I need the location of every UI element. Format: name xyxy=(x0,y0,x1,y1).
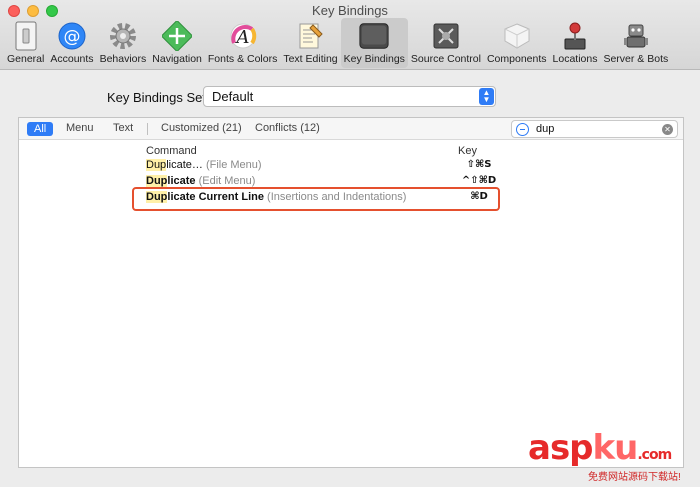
command-cell: Duplicate (Edit Menu) xyxy=(146,175,255,187)
fonts-colors-icon: A xyxy=(227,20,259,52)
toolbar-item-text-editing[interactable]: Text Editing xyxy=(280,18,340,68)
filter-divider xyxy=(147,123,148,135)
match-highlight: Dup xyxy=(146,175,168,187)
key-bindings-set-select[interactable]: Default ▲ ▼ xyxy=(203,86,496,107)
watermark-accent: ku xyxy=(592,428,639,468)
toolbar-item-navigation[interactable]: Navigation xyxy=(149,18,205,68)
toolbar-item-general[interactable]: General xyxy=(4,18,47,68)
command-cell: Duplicate… (File Menu) xyxy=(146,159,262,171)
toolbar-item-accounts[interactable]: @ Accounts xyxy=(47,18,96,68)
toolbar-label: Behaviors xyxy=(99,53,147,65)
svg-text:A: A xyxy=(234,27,249,48)
navigation-icon xyxy=(161,20,193,52)
key-cell[interactable]: ^⇧⌘D xyxy=(439,175,519,186)
text-editing-icon xyxy=(294,20,326,52)
key-bindings-icon xyxy=(358,20,390,52)
watermark-logo: aspku.com xyxy=(528,428,672,468)
column-header-command[interactable]: Command xyxy=(146,145,197,157)
search-input[interactable]: dup xyxy=(536,123,554,135)
filter-menu[interactable]: Menu xyxy=(66,122,94,134)
toolbar-label: Navigation xyxy=(152,53,202,65)
locations-icon xyxy=(559,20,591,52)
select-arrows-icon: ▲ ▼ xyxy=(479,88,494,105)
watermark-tld: .com xyxy=(637,447,672,463)
source-control-icon xyxy=(430,20,462,52)
toolbar-label: Source Control xyxy=(410,53,481,65)
watermark-main: asp xyxy=(528,428,594,468)
toolbar-label: General xyxy=(7,53,45,65)
components-icon xyxy=(501,20,533,52)
title-bar: Key Bindings General @ Accounts Behavior… xyxy=(0,0,700,70)
server-bots-icon xyxy=(620,20,652,52)
match-highlight: Dup xyxy=(146,159,167,171)
command-name: licate… xyxy=(166,159,203,171)
toolbar-label: Fonts & Colors xyxy=(207,53,278,65)
behaviors-icon xyxy=(107,20,139,52)
annotation-highlight-box xyxy=(132,187,500,211)
toolbar-item-source-control[interactable]: Source Control xyxy=(408,18,484,68)
watermark-subtitle: 免费网站源码下载站! xyxy=(588,472,681,483)
key-bindings-panel: All Menu Text Customized (21) Conflicts … xyxy=(18,117,684,468)
toolbar-item-locations[interactable]: Locations xyxy=(550,18,601,68)
toolbar-label: Locations xyxy=(552,53,598,65)
column-header-key[interactable]: Key xyxy=(458,145,477,157)
clear-search-icon[interactable]: ✕ xyxy=(662,124,673,135)
search-filter-icon[interactable] xyxy=(516,123,529,136)
accounts-icon: @ xyxy=(56,20,88,52)
search-field[interactable]: dup ✕ xyxy=(511,120,678,138)
toolbar-item-key-bindings[interactable]: Key Bindings xyxy=(340,18,408,68)
key-bindings-set-label: Key Bindings Set xyxy=(107,90,207,105)
key-bindings-set-value: Default xyxy=(212,89,254,104)
toolbar-label: Accounts xyxy=(50,53,94,65)
filter-text[interactable]: Text xyxy=(113,122,133,134)
window-title: Key Bindings xyxy=(312,3,388,18)
filter-customized[interactable]: Customized (21) xyxy=(161,122,242,134)
preferences-window: Key Bindings General @ Accounts Behavior… xyxy=(0,0,700,487)
toolbar-item-components[interactable]: Components xyxy=(484,18,550,68)
command-context: (File Menu) xyxy=(205,159,262,171)
command-context: (Edit Menu) xyxy=(198,175,256,187)
preferences-toolbar: General @ Accounts Behaviors Navigation xyxy=(4,18,671,68)
key-cell[interactable]: ⇧⌘S xyxy=(439,159,519,170)
toolbar-item-fonts-colors[interactable]: A Fonts & Colors xyxy=(205,18,280,68)
general-icon xyxy=(10,20,42,52)
toolbar-label: Text Editing xyxy=(283,53,338,65)
command-name: licate xyxy=(167,175,196,187)
toolbar-item-behaviors[interactable]: Behaviors xyxy=(97,18,150,68)
toolbar-label: Server & Bots xyxy=(603,53,669,65)
toolbar-label: Components xyxy=(486,53,547,65)
toolbar-item-server-bots[interactable]: Server & Bots xyxy=(600,18,671,68)
filter-bar: All Menu Text Customized (21) Conflicts … xyxy=(19,118,683,140)
table-row[interactable]: Duplicate… (File Menu) ⇧⌘S xyxy=(19,158,683,174)
filter-conflicts[interactable]: Conflicts (12) xyxy=(255,122,320,134)
svg-text:@: @ xyxy=(63,27,80,47)
filter-all[interactable]: All xyxy=(27,122,54,136)
toolbar-label: Key Bindings xyxy=(343,53,405,65)
